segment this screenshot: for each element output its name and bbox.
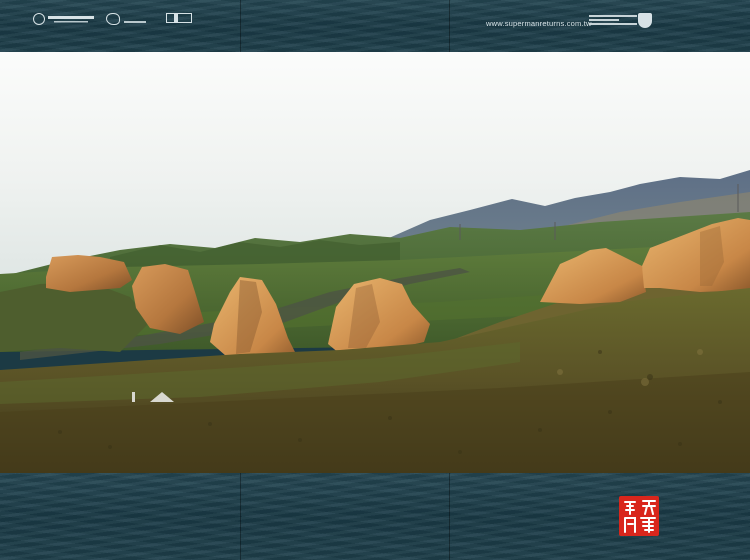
studio-swirl-logo-icon (106, 13, 146, 25)
studio-credit-text (589, 15, 637, 27)
website-url: www.supermanreturns.com.tw (486, 19, 592, 28)
warner-bros-shield-icon (638, 13, 652, 28)
box-logo-icon (166, 13, 192, 23)
panel-seam (240, 0, 241, 52)
panel-seam (449, 473, 450, 560)
landscape-photo (0, 52, 750, 473)
red-seal-icon (619, 496, 659, 536)
legendary-logo-icon (33, 13, 94, 25)
panel-seam (449, 0, 450, 52)
panel-seam (240, 473, 241, 560)
top-banner: www.supermanreturns.com.tw (0, 0, 750, 52)
